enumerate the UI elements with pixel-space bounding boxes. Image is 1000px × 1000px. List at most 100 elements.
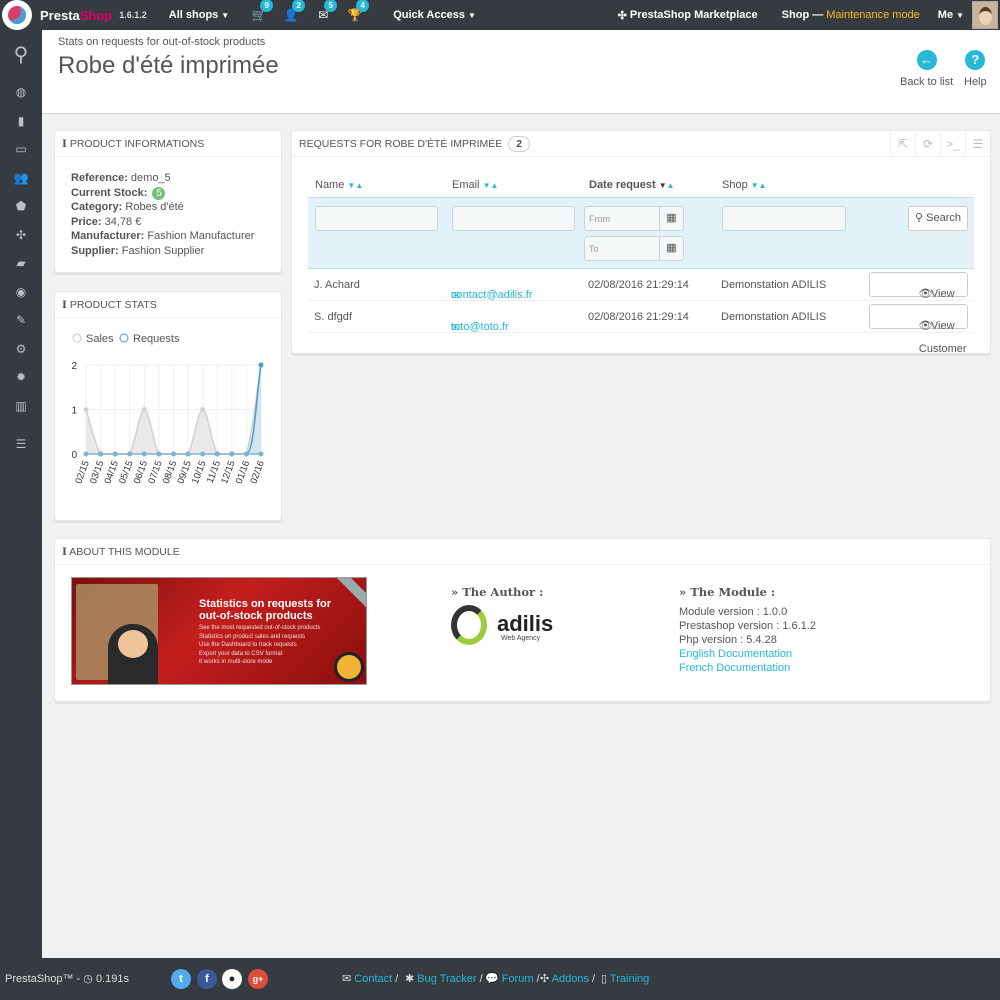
shop-status[interactable]: Shop — Maintenance mode [782,9,920,21]
search-icon[interactable]: ⚲ [0,30,42,78]
orders-icon[interactable]: ▭ [0,135,42,164]
panel-toolbar: ⇱ ⟳ >_ ☰ [890,131,990,157]
dashboard-icon[interactable]: ◍ [0,78,42,107]
footer-separator: / [392,973,399,985]
footer-contact: ✉ Contact / [342,972,398,985]
calendar-icon[interactable]: ▦ [659,206,684,231]
cart-icon[interactable]: 🛒 9 [251,0,274,22]
avatar[interactable] [972,1,998,29]
localization-icon[interactable]: ◉ [0,278,42,307]
filter-date-to-input[interactable]: To [584,236,660,261]
footer-brand: PrestaShop™ - ◷ 0.191s [5,972,129,985]
column-header-date[interactable]: Date request ▼▲ [589,179,675,191]
question-icon: ? [965,50,986,70]
search-button[interactable]: ⚲ Search [908,206,968,231]
row-shop: Demonstation ADILIS [721,279,827,291]
manufacturer-label: Manufacturer: [71,230,145,242]
column-header-name[interactable]: Name ▼▲ [315,179,363,191]
filter-row: From ▦ To ▦ ⚲ Search [308,197,974,269]
database-icon[interactable]: ☰ [965,131,990,157]
all-shops-dropdown[interactable]: All shops ▼ [169,9,229,21]
stock-line: Current Stock: 5 [71,186,254,201]
data-point-sales [141,451,147,457]
marketplace-link[interactable]: ✣ PrestaShop Marketplace [618,9,758,22]
back-to-list-button[interactable]: ← Back to list [900,50,953,88]
training-link[interactable]: Training [610,973,649,985]
php-version: Php version : 5.4.28 [679,634,777,646]
prestashop-logo[interactable] [2,0,32,30]
calendar-icon[interactable]: ▦ [659,236,684,261]
column-header-shop[interactable]: Shop ▼▲ [722,179,767,191]
page-header: Stats on requests for out-of-stock produ… [42,30,1000,114]
trophy-badge: 4 [356,0,370,12]
customers-icon[interactable]: 👥 [0,164,42,193]
filter-date-from-input[interactable]: From [584,206,660,231]
sort-arrows-icon[interactable]: ▼▲ [751,181,767,190]
back-to-list-label: Back to list [900,76,954,88]
banner-seal-graphic [334,652,364,682]
book-icon: ▯ [601,973,608,985]
help-button[interactable]: ? Help [964,50,987,88]
banner-face-graphic [118,630,148,658]
sort-arrows-icon[interactable]: ▼▲ [483,181,499,190]
footer-bug: ✱ Bug Tracker / [405,972,483,985]
english-doc-link[interactable]: English Documentation [679,648,792,660]
requests-panel: REQUESTS FOR ROBE D'ÉTÉ IMPRIMÉE 2 ⇱ ⟳ >_… [291,130,991,355]
shipping-icon[interactable]: ▰ [0,249,42,278]
panel-heading: REQUESTS FOR ROBE D'ÉTÉ IMPRIMÉE 2 [292,131,990,157]
french-doc-link[interactable]: French Documentation [679,662,790,674]
refresh-icon[interactable]: ⟳ [915,131,940,157]
contact-link[interactable]: Contact [354,973,392,985]
search-icon: ⚲ [915,212,924,224]
banner-line: See the most requested out-of-stock prod… [199,625,321,631]
supplier-value: Fashion Supplier [121,244,205,257]
addons-link[interactable]: Addons [552,973,589,985]
sort-asc-icon[interactable]: ▲ [667,181,675,190]
stats-icon[interactable]: ▥ [0,392,42,421]
data-point-sales [171,451,176,457]
customer-icon[interactable]: 👤 2 [283,0,306,22]
stats-chart: Sales Requests01202/1503/1504/1505/1506/1… [71,333,266,485]
catalog-icon[interactable]: ▮ [0,107,42,136]
column-header-label: Date request [589,179,656,191]
product-info-panel: i PRODUCT INFORMATIONS Reference: demo_5… [54,130,282,273]
filter-shop-input[interactable] [722,206,846,231]
help-label: Help [964,76,987,88]
modules-icon[interactable]: ✣ [0,221,42,250]
me-dropdown[interactable]: Me ▼ [938,9,964,21]
filter-name-input[interactable] [315,206,438,231]
bug-tracker-link[interactable]: Bug Tracker [417,973,476,985]
sort-desc-icon[interactable]: ▼ [659,181,667,190]
view-customer-button[interactable]: 👁 View Customer [869,272,968,323]
category-label: Category: [71,201,123,213]
administration-icon[interactable]: ✹ [0,363,42,392]
brand-presta: Presta [40,7,80,23]
view-customer-button[interactable]: 👁 View Customer [869,304,968,355]
supplier-line: Supplier: Fashion Supplier [71,244,254,259]
google-plus-icon[interactable]: g+ [248,969,268,989]
github-icon[interactable]: ● [222,969,242,989]
facebook-icon[interactable]: f [197,969,217,989]
author-heading-text: » The Author : [451,585,544,599]
forum-link[interactable]: Forum [502,973,534,985]
customers-badge: 2 [292,0,306,12]
export-icon[interactable]: ⇱ [890,131,915,157]
legend-marker [72,333,82,343]
column-header-email[interactable]: Email ▼▲ [452,179,498,191]
sort-arrows-icon[interactable]: ▼▲ [347,181,363,190]
collapse-menu-icon[interactable]: ☰ [0,430,42,459]
sql-query-icon[interactable]: >_ [940,131,965,157]
envelope-icon[interactable]: ✉ 5 [315,0,338,22]
filter-email-input[interactable] [452,206,575,231]
twitter-icon[interactable]: t [171,969,191,989]
trophy-icon[interactable]: 🏆 4 [347,0,370,22]
quick-access-dropdown[interactable]: Quick Access ▼ [393,9,476,21]
maintenance-mode-link[interactable]: Maintenance mode [826,9,920,21]
price-rules-icon[interactable]: ⬟ [0,192,42,221]
brand-name[interactable]: PrestaShop [40,8,112,23]
legend-marker [119,333,129,343]
preferences-icon[interactable]: ✎ [0,306,42,335]
footer-addons: ✣ Addons / [540,972,595,985]
advanced-parameters-icon[interactable]: ⚙ [0,335,42,364]
arrow-left-icon: ← [916,50,937,70]
